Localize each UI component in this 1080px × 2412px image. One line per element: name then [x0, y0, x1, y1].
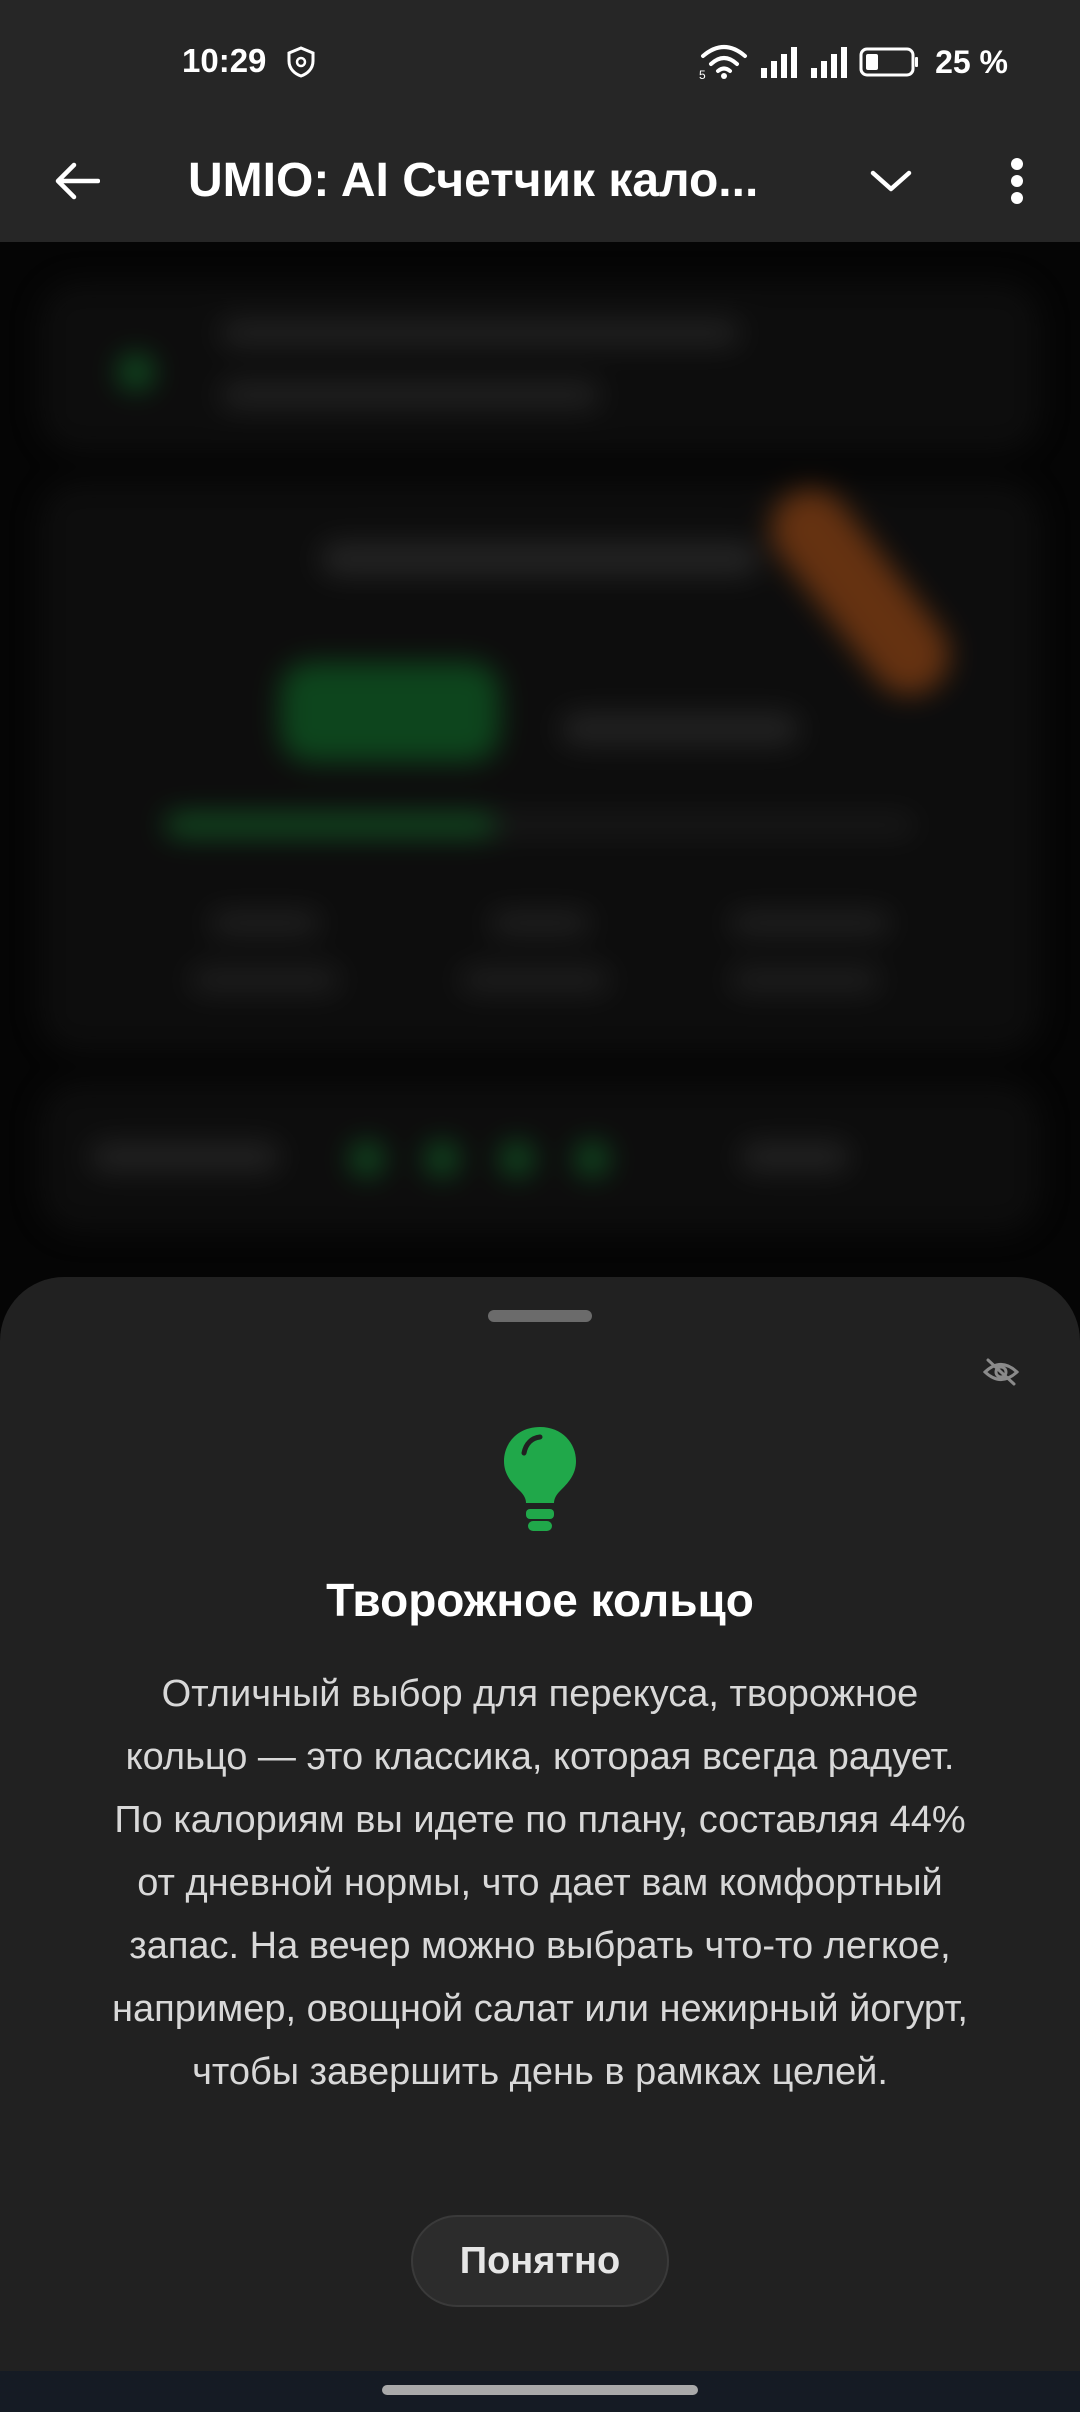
backdrop-line: [90, 1142, 280, 1172]
app-bar: UMIO: AI Счетчик кало...: [0, 120, 1080, 242]
backdrop-progress-fill: [165, 814, 495, 836]
backdrop-line: [210, 912, 320, 934]
home-indicator[interactable]: [382, 2385, 698, 2395]
lightbulb-icon: [504, 1427, 576, 1531]
ok-button[interactable]: Понятно: [411, 2215, 669, 2307]
chevron-down-icon: [870, 170, 912, 192]
hide-button[interactable]: [966, 1337, 1036, 1407]
svg-text:5: 5: [699, 68, 706, 80]
wifi-icon: 5: [699, 45, 748, 80]
backdrop-big-number: [280, 662, 500, 762]
backdrop-line: [220, 320, 740, 346]
battery-percent: 25 %: [935, 43, 1008, 80]
tip-bottom-sheet: Творожное кольцо Отличный выбор для пере…: [0, 1277, 1080, 2371]
backdrop-dot: [575, 1142, 609, 1176]
backdrop-line: [740, 1142, 850, 1172]
drag-handle[interactable]: [488, 1310, 592, 1322]
backdrop-line: [490, 912, 590, 934]
system-nav-bar: [0, 2371, 1080, 2412]
backdrop-line: [730, 967, 880, 993]
backdrop-dot: [350, 1142, 384, 1176]
signal-icon: [761, 47, 798, 78]
shield-icon: [287, 46, 315, 78]
backdrop-notice-card: [40, 282, 1040, 452]
more-vert-icon: [1011, 158, 1023, 204]
page-title: UMIO: AI Счетчик кало...: [188, 154, 759, 207]
tip-title: Творожное кольцо: [326, 1574, 754, 1626]
backdrop-line: [220, 382, 600, 408]
backdrop-line: [560, 712, 800, 746]
backdrop-dot: [425, 1142, 459, 1176]
blurred-backdrop: [0, 242, 1080, 1412]
battery-icon: [859, 47, 919, 77]
back-button[interactable]: [40, 144, 114, 218]
status-bar: 10:29 5 25 %: [0, 0, 1080, 120]
collapse-button[interactable]: [854, 144, 928, 218]
backdrop-content: [0, 242, 1080, 1412]
backdrop-line: [730, 912, 890, 934]
backdrop-line: [190, 967, 340, 993]
backdrop-line: [460, 967, 610, 993]
status-time: 10:29: [182, 42, 267, 79]
tip-body: Отличный выбор для перекуса, творожное к…: [112, 1673, 968, 2093]
backdrop-dot: [500, 1142, 534, 1176]
backdrop-line: [320, 542, 760, 576]
backdrop-dot: [118, 354, 154, 390]
eye-off-icon: [983, 1358, 1019, 1386]
back-arrow-icon: [55, 162, 100, 200]
signal-icon: [811, 47, 848, 78]
status-icons: 5 25 %: [699, 40, 1008, 84]
more-button[interactable]: [980, 144, 1054, 218]
